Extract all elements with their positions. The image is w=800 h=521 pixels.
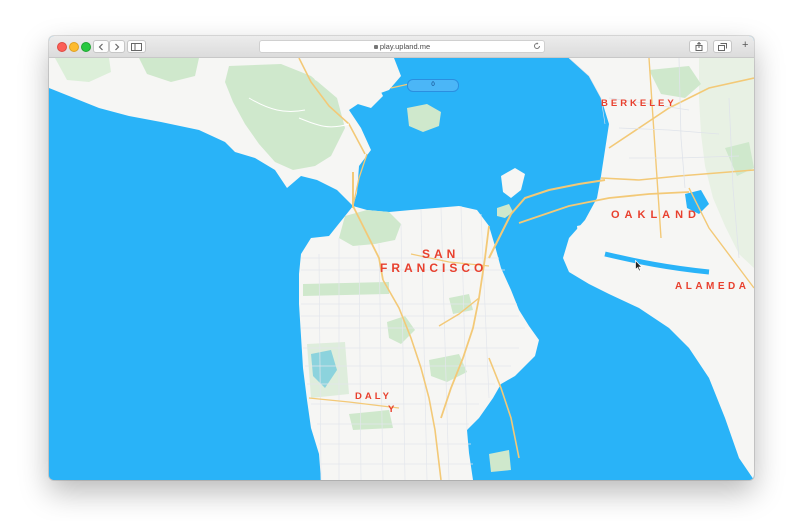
map-label-oakland[interactable]: OAKLAND bbox=[611, 210, 701, 221]
browser-window: play.upland.me + 0 BERKELEY OAKLAND SAN … bbox=[49, 36, 754, 480]
map-label-san-francisco-line1[interactable]: SAN bbox=[422, 248, 459, 260]
sidebar-icon bbox=[131, 42, 142, 51]
back-button[interactable] bbox=[93, 40, 109, 53]
close-window-button[interactable] bbox=[57, 42, 67, 52]
minimize-window-button[interactable] bbox=[69, 42, 79, 52]
map-label-berkeley[interactable]: BERKELEY bbox=[601, 99, 677, 109]
tabs-overview-button[interactable] bbox=[713, 40, 732, 53]
new-tab-plus-icon[interactable]: + bbox=[742, 39, 748, 51]
share-icon bbox=[695, 42, 702, 51]
chevron-right-icon bbox=[115, 43, 120, 50]
map-label-san-francisco-line2[interactable]: FRANCISCO bbox=[380, 262, 487, 274]
map-label-daly-city-line2[interactable]: Y bbox=[388, 405, 397, 415]
lock-icon bbox=[373, 45, 378, 49]
map-label-daly-city-line1[interactable]: DALY bbox=[355, 392, 392, 402]
share-button[interactable] bbox=[689, 40, 708, 53]
golden-gate-park bbox=[303, 282, 389, 296]
reload-icon[interactable] bbox=[533, 42, 541, 50]
url-text: play.upland.me bbox=[379, 42, 431, 51]
map-label-alameda[interactable]: ALAMEDA bbox=[675, 282, 750, 292]
map-view[interactable]: 0 BERKELEY OAKLAND SAN FRANCISCO ALAMEDA… bbox=[49, 58, 754, 480]
tabs-icon bbox=[718, 42, 727, 51]
chevron-left-icon bbox=[98, 43, 103, 50]
zoom-window-button[interactable] bbox=[81, 42, 91, 52]
address-bar[interactable]: play.upland.me bbox=[259, 40, 545, 53]
mouse-pointer-icon bbox=[635, 260, 643, 272]
map-marker-badge[interactable]: 0 bbox=[407, 79, 459, 92]
forward-button[interactable] bbox=[109, 40, 125, 53]
sidebar-toggle-button[interactable] bbox=[127, 40, 146, 53]
lake-merced-park bbox=[307, 342, 349, 398]
browser-titlebar: play.upland.me + bbox=[49, 36, 754, 58]
